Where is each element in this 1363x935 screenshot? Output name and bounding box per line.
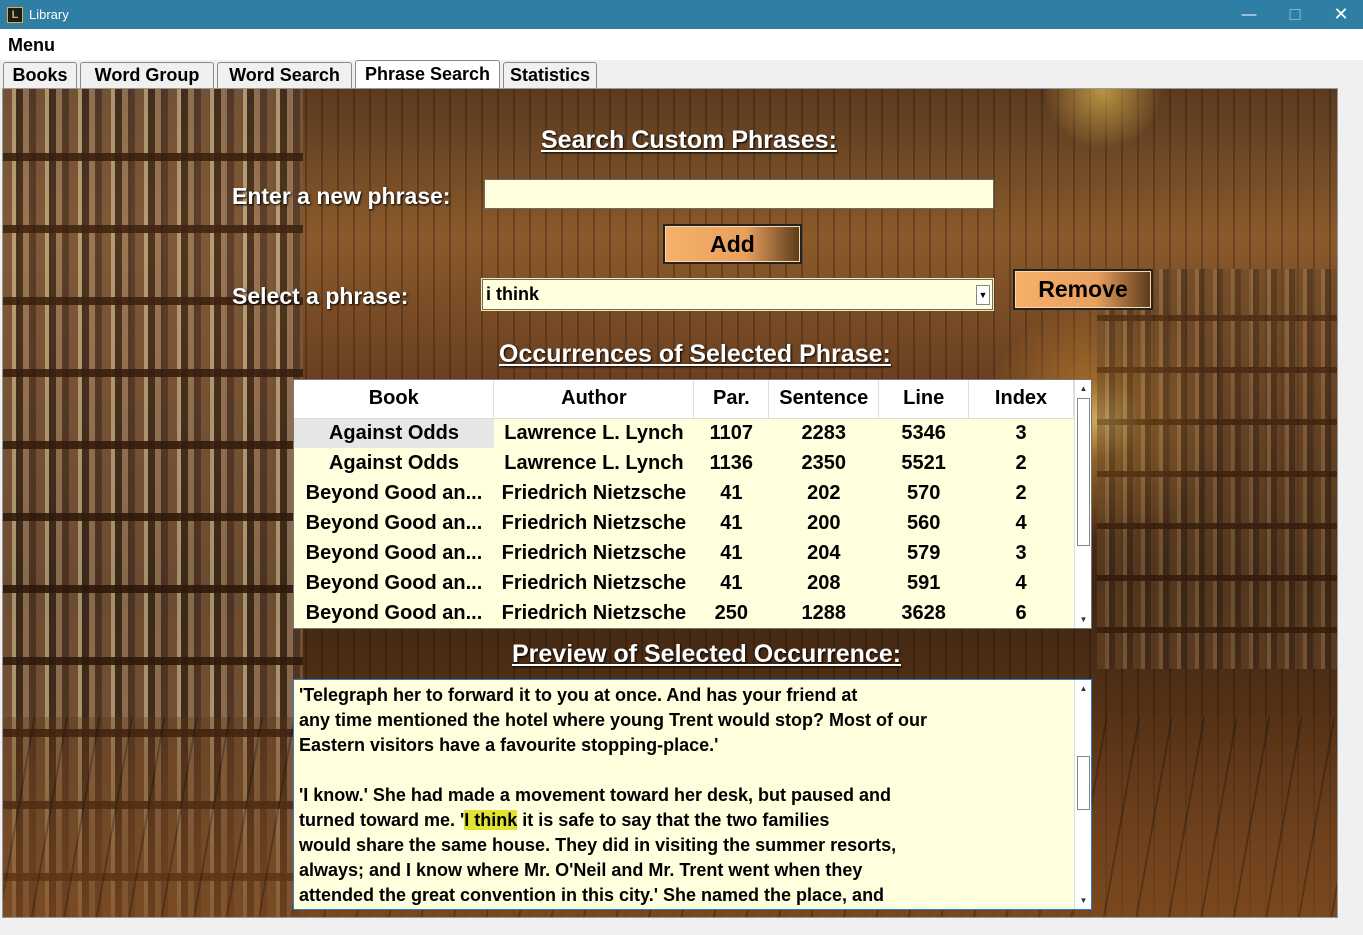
preview-heading: Preview of Selected Occurrence:	[512, 640, 902, 668]
tab-word-search[interactable]: Word Search	[217, 62, 352, 88]
cell-par: 250	[714, 601, 749, 624]
phrase-search-panel: Search Custom Phrases: Enter a new phras…	[2, 88, 1338, 918]
cell-sentence: 200	[807, 511, 841, 534]
tab-word-group[interactable]: Word Group	[80, 62, 214, 88]
cell-author: Friedrich Nietzsche	[501, 571, 687, 594]
tab-books[interactable]: Books	[3, 62, 77, 88]
new-phrase-label: Enter a new phrase:	[232, 183, 451, 209]
cell-line: 560	[906, 511, 941, 534]
menu-button[interactable]: Menu	[8, 35, 55, 56]
tab-phrase-search[interactable]: Phrase Search	[355, 60, 500, 88]
tab-bar: Books Word Group Word Search Phrase Sear…	[0, 60, 1363, 88]
cell-author: Friedrich Nietzsche	[501, 481, 687, 504]
cell-book: Against Odds	[294, 418, 494, 448]
cell-sentence: 2350	[801, 451, 847, 474]
cell-index: 3	[1015, 541, 1027, 564]
cell-index: 4	[1015, 511, 1027, 534]
menu-bar: Menu	[0, 29, 1363, 60]
table-header-row: Book Author Par. Sentence Line Index	[294, 380, 1074, 419]
cell-line: 579	[906, 541, 941, 564]
table-row[interactable]: Beyond Good an... Friedrich Nietzsche 41…	[294, 538, 1074, 568]
preview-scrollbar[interactable]: ▲ ▼	[1074, 680, 1091, 909]
cell-par: 1107	[709, 421, 754, 444]
table-row[interactable]: Beyond Good an... Friedrich Nietzsche 25…	[294, 598, 1074, 628]
column-header-author[interactable]: Author	[493, 380, 695, 419]
cell-sentence: 204	[807, 541, 841, 564]
cell-book: Beyond Good an...	[305, 511, 483, 534]
preview-text: 'Telegraph her to forward it to you at o…	[299, 683, 1069, 908]
cell-sentence: 202	[807, 481, 841, 504]
cell-sentence: 1288	[801, 601, 847, 624]
phrase-select[interactable]: i think ▼	[482, 279, 993, 310]
cell-par: 1136	[709, 451, 754, 474]
close-button[interactable]: ✕	[1318, 0, 1363, 29]
table-row[interactable]: Beyond Good an... Friedrich Nietzsche 41…	[294, 568, 1074, 598]
occurrences-scrollbar[interactable]: ▲ ▼	[1074, 380, 1091, 628]
cell-line: 3628	[901, 601, 946, 624]
minimize-button[interactable]: —	[1226, 0, 1272, 29]
cell-par: 41	[720, 541, 743, 564]
scroll-down-icon[interactable]: ▼	[1075, 892, 1091, 909]
cell-book: Beyond Good an...	[305, 601, 483, 624]
table-row[interactable]: Against Odds Lawrence L. Lynch 1136 2350…	[294, 448, 1074, 478]
new-phrase-input[interactable]	[484, 179, 994, 209]
table-row[interactable]: Beyond Good an... Friedrich Nietzsche 41…	[294, 508, 1074, 538]
column-header-line[interactable]: Line	[878, 380, 970, 419]
add-button[interactable]: Add	[663, 224, 802, 264]
column-header-index[interactable]: Index	[968, 380, 1074, 419]
app-icon: L	[7, 6, 23, 23]
cell-par: 41	[720, 571, 743, 594]
scroll-up-icon[interactable]: ▲	[1075, 380, 1091, 397]
scrollbar-thumb[interactable]	[1077, 398, 1090, 546]
highlighted-phrase: I think	[464, 810, 518, 830]
column-header-par[interactable]: Par.	[693, 380, 770, 419]
cell-line: 570	[906, 481, 941, 504]
cell-index: 4	[1015, 571, 1027, 594]
background-bookshelf-right	[1097, 269, 1337, 669]
table-row[interactable]: Beyond Good an... Friedrich Nietzsche 41…	[294, 478, 1074, 508]
cell-sentence: 208	[807, 571, 841, 594]
maximize-button[interactable]: ☐	[1272, 0, 1318, 29]
cell-book: Beyond Good an...	[305, 541, 483, 564]
scroll-up-icon[interactable]: ▲	[1075, 680, 1091, 697]
occurrences-table[interactable]: Book Author Par. Sentence Line Index Aga…	[293, 379, 1092, 629]
column-header-book[interactable]: Book	[294, 380, 495, 419]
occurrences-heading: Occurrences of Selected Phrase:	[499, 340, 891, 368]
preview-text-before: 'Telegraph her to forward it to you at o…	[299, 685, 928, 830]
cell-index: 2	[1015, 451, 1027, 474]
search-phrases-heading: Search Custom Phrases:	[541, 126, 837, 154]
preview-textbox[interactable]: 'Telegraph her to forward it to you at o…	[293, 679, 1092, 910]
cell-index: 2	[1015, 481, 1027, 504]
cell-book: Beyond Good an...	[305, 481, 483, 504]
cell-book: Against Odds	[328, 451, 459, 474]
remove-button[interactable]: Remove	[1013, 269, 1153, 310]
title-bar: L Library — ☐ ✕	[0, 0, 1363, 29]
cell-line: 5346	[901, 421, 946, 444]
cell-author: Friedrich Nietzsche	[501, 601, 687, 624]
cell-index: 6	[1015, 601, 1027, 624]
cell-author: Lawrence L. Lynch	[504, 421, 684, 444]
select-phrase-label: Select a phrase:	[232, 283, 409, 309]
scrollbar-thumb[interactable]	[1077, 756, 1090, 810]
cell-line: 5521	[901, 451, 946, 474]
chevron-down-icon[interactable]: ▼	[976, 285, 990, 305]
cell-book: Beyond Good an...	[305, 571, 483, 594]
cell-par: 41	[720, 511, 743, 534]
scroll-down-icon[interactable]: ▼	[1075, 611, 1091, 628]
window-title: Library	[29, 7, 69, 22]
cell-line: 591	[906, 571, 941, 594]
cell-author: Friedrich Nietzsche	[501, 511, 687, 534]
table-row[interactable]: Against Odds Lawrence L. Lynch 1107 2283…	[294, 418, 1074, 448]
cell-author: Friedrich Nietzsche	[501, 541, 687, 564]
cell-author: Lawrence L. Lynch	[504, 451, 684, 474]
cell-par: 41	[720, 481, 743, 504]
cell-index: 3	[1015, 421, 1027, 444]
column-header-sentence[interactable]: Sentence	[768, 380, 880, 419]
selected-phrase-value: i think	[486, 284, 539, 304]
tab-statistics[interactable]: Statistics	[503, 62, 597, 88]
cell-sentence: 2283	[801, 421, 847, 444]
